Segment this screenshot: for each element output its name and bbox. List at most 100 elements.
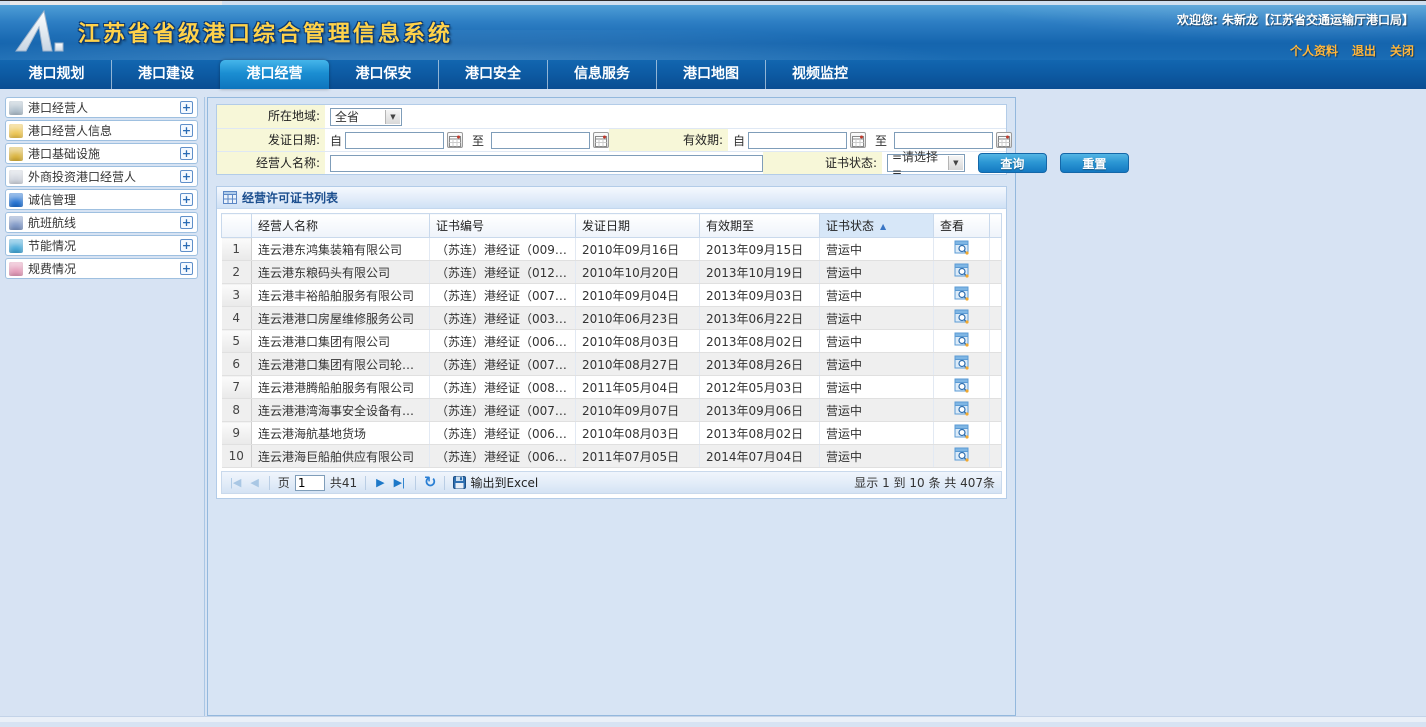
reset-button[interactable]: 重置 [1060,153,1129,173]
view-detail-icon[interactable] [954,447,970,462]
nav-tab[interactable]: 港口经营 [220,60,329,89]
table-row[interactable]: 1 连云港东鸿集装箱有限公司 （苏连）港经证（0091）号 2010年09月16… [222,238,1002,261]
table-row[interactable]: 6 连云港港口集团有限公司轮驳... （苏连）港经证（0076）号 2010年0… [222,353,1002,376]
view-detail-icon[interactable] [954,332,970,347]
expand-plus-button[interactable]: + [180,193,193,206]
sidebar-item-label: 港口经营人 [28,99,180,116]
calendar-icon[interactable] [593,132,609,148]
cert-status-cell: 营运中 [820,376,934,399]
nav-tab[interactable]: 港口规划 [2,60,111,89]
view-detail-icon[interactable] [954,309,970,324]
cert-status-cell: 营运中 [820,422,934,445]
cert-no-cell: （苏连）港经证（0067）号 [430,422,576,445]
view-detail-icon[interactable] [954,286,970,301]
main-panel: 所在地域: 全省 ▼ 发证日期: 自 至 [207,97,1016,716]
calendar-icon[interactable] [447,132,463,148]
row-number-cell: 1 [222,238,252,261]
table-row[interactable]: 9 连云港海航基地货场 （苏连）港经证（0067）号 2010年08月03日 2… [222,422,1002,445]
operator-name-cell: 连云港港腾船舶服务有限公司 [252,376,430,399]
validity-from-input[interactable] [748,132,847,149]
calendar-icon[interactable] [850,132,866,148]
prev-page-button[interactable]: ◀ [248,476,260,489]
nav-tab[interactable]: 视频监控 [765,60,874,89]
pagination-bar: |◀ ◀ 页 共41 ▶ ▶| ↻ [221,471,1002,494]
table-row[interactable]: 3 连云港丰裕船舶服务有限公司 （苏连）港经证（0078）号 2010年09月0… [222,284,1002,307]
view-detail-icon[interactable] [954,355,970,370]
view-detail-icon[interactable] [954,263,970,278]
filler-cell [990,445,1002,468]
operator-name-cell: 连云港港湾海事安全设备有限... [252,399,430,422]
table-row[interactable]: 2 连云港东粮码头有限公司 （苏连）港经证（0121）号 2010年10月20日… [222,261,1002,284]
sidebar-item[interactable]: 外商投资港口经营人 + [5,166,198,187]
header-link[interactable]: 个人资料 [1290,44,1338,58]
nav-tab[interactable]: 港口安全 [438,60,547,89]
column-header-operator-name[interactable]: 经营人名称 [252,214,430,238]
column-header-cert-no[interactable]: 证书编号 [430,214,576,238]
sidebar-item-label: 规费情况 [28,260,180,277]
sidebar-item[interactable]: 港口经营人信息 + [5,120,198,141]
view-detail-icon[interactable] [954,424,970,439]
export-excel-button[interactable]: 输出到Excel [453,474,538,491]
validity-to-input[interactable] [894,132,993,149]
expand-plus-button[interactable]: + [180,101,193,114]
cert-status-select[interactable]: =请选择= ▼ [887,154,965,172]
nav-tab[interactable]: 港口保安 [329,60,438,89]
sidebar-item[interactable]: 港口基础设施 + [5,143,198,164]
column-header-cert-status[interactable]: 证书状态▲ [820,214,934,238]
view-detail-icon[interactable] [954,378,970,393]
table-row[interactable]: 5 连云港港口集团有限公司 （苏连）港经证（0069）号 2010年08月03日… [222,330,1002,353]
expand-plus-button[interactable]: + [180,170,193,183]
chevron-down-icon: ▼ [948,156,963,170]
next-page-button[interactable]: ▶ [374,476,386,489]
expand-plus-button[interactable]: + [180,147,193,160]
record-count-summary: 显示 1 到 10 条 共 407条 [854,474,995,491]
first-page-button[interactable]: |◀ [228,476,243,489]
issue-date-to-input[interactable] [491,132,590,149]
cert-no-cell: （苏连）港经证（0121）号 [430,261,576,284]
cert-no-cell: （苏连）港经证（0065）号 [430,445,576,468]
nav-tab[interactable]: 信息服务 [547,60,656,89]
valid-until-cell: 2014年07月04日 [700,445,820,468]
view-detail-icon[interactable] [954,240,970,255]
sidebar-item[interactable]: 航班航线 + [5,212,198,233]
foreign-investor-icon [9,170,23,184]
expand-plus-button[interactable]: + [180,216,193,229]
table-row[interactable]: 10 连云港海巨船舶供应有限公司 （苏连）港经证（0065）号 2011年07月… [222,445,1002,468]
operator-name-input[interactable] [330,155,763,172]
valid-until-cell: 2013年09月06日 [700,399,820,422]
calendar-icon[interactable] [996,132,1012,148]
nav-tab[interactable]: 港口建设 [111,60,220,89]
column-header-valid-until[interactable]: 有效期至 [700,214,820,238]
cert-status-cell: 营运中 [820,399,934,422]
view-detail-icon[interactable] [954,401,970,416]
header-link[interactable]: 退出 [1352,44,1376,58]
sidebar-item[interactable]: 诚信管理 + [5,189,198,210]
issue-date-from-input[interactable] [345,132,444,149]
header-link[interactable]: 关闭 [1390,44,1414,58]
issue-date-cell: 2011年05月04日 [576,376,700,399]
expand-plus-button[interactable]: + [180,239,193,252]
sidebar-item[interactable]: 规费情况 + [5,258,198,279]
table-row[interactable]: 7 连云港港腾船舶服务有限公司 （苏连）港经证（0080）号 2011年05月0… [222,376,1002,399]
section-title: 经营许可证书列表 [242,189,338,206]
save-disk-icon [453,476,466,489]
last-page-button[interactable]: ▶| [392,476,407,489]
sidebar-item[interactable]: 节能情况 + [5,235,198,256]
cert-status-select-value: =请选择= [892,148,946,179]
folder-icon [9,124,23,138]
column-header-issue-date[interactable]: 发证日期 [576,214,700,238]
expand-plus-button[interactable]: + [180,262,193,275]
table-row[interactable]: 4 连云港港口房屋维修服务公司 （苏连）港经证（0034）号 2010年06月2… [222,307,1002,330]
cert-status-cell: 营运中 [820,284,934,307]
nav-tab[interactable]: 港口地图 [656,60,765,89]
refresh-icon[interactable]: ↻ [424,475,437,490]
sidebar-item[interactable]: 港口经营人 + [5,97,198,118]
query-button[interactable]: 查询 [978,153,1047,173]
region-select[interactable]: 全省 ▼ [330,108,402,126]
filler-cell [990,353,1002,376]
expand-plus-button[interactable]: + [180,124,193,137]
cert-status-label: 证书状态: [763,152,882,174]
issue-date-cell: 2010年09月16日 [576,238,700,261]
page-number-input[interactable] [295,475,325,491]
table-row[interactable]: 8 连云港港湾海事安全设备有限... （苏连）港经证（0077）号 2010年0… [222,399,1002,422]
